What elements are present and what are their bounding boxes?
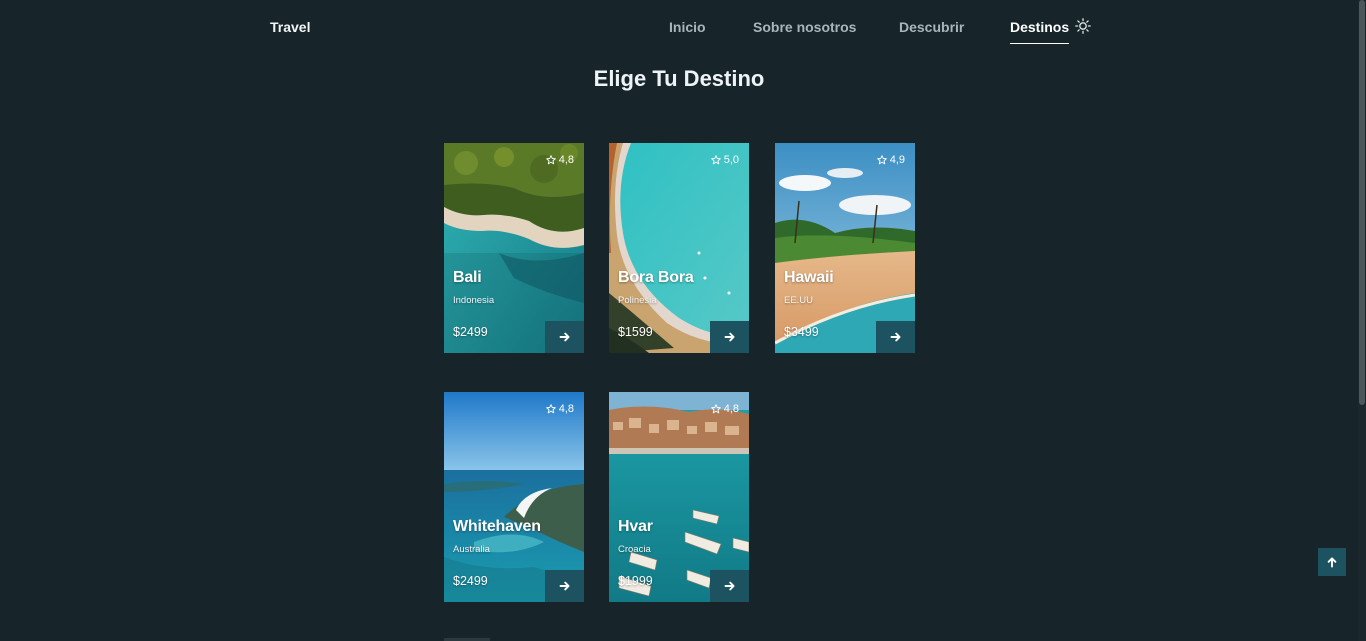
destination-price: $1999 (618, 574, 653, 588)
destination-name: Hawaii (784, 269, 834, 286)
destination-price: $2499 (453, 325, 488, 339)
view-destination-button[interactable] (545, 570, 584, 602)
view-destination-button[interactable] (710, 321, 749, 353)
section-title: Elige Tu Destino (593, 66, 765, 91)
star-outline-icon (545, 155, 556, 165)
view-destination-button[interactable] (710, 570, 749, 602)
destination-name: Hvar (618, 518, 653, 535)
scroll-top-button[interactable] (1318, 548, 1346, 576)
sun-icon[interactable] (1075, 18, 1091, 34)
rating: 4,8 (545, 154, 574, 166)
rating: 4,8 (545, 403, 574, 415)
destination-card-whitehaven[interactable]: 4,8 Whitehaven Australia $2499 (444, 392, 584, 602)
view-destination-button[interactable] (545, 321, 584, 353)
nav-link-sobre-nosotros[interactable]: Sobre nosotros (753, 19, 856, 35)
arrow-right-icon (724, 332, 735, 342)
destination-price: $2499 (453, 574, 488, 588)
destination-card-bali[interactable]: 4,8 Bali Indonesia $2499 (444, 143, 584, 353)
rating-value: 4,8 (558, 154, 574, 166)
rating-value: 4,8 (558, 403, 574, 415)
rating: 4,8 (710, 403, 739, 415)
destination-country: Australia (453, 544, 490, 555)
star-outline-icon (710, 155, 721, 165)
destination-price: $1599 (618, 325, 653, 339)
arrow-right-icon (559, 332, 570, 342)
scrollbar[interactable] (1358, 0, 1366, 641)
destination-price: $3499 (784, 325, 819, 339)
destination-card-bora-bora[interactable]: 5,0 Bora Bora Polinesia $1599 (609, 143, 749, 353)
star-outline-icon (545, 404, 556, 414)
arrow-right-icon (559, 581, 570, 591)
rating-value: 4,8 (723, 403, 739, 415)
nav-link-descubrir[interactable]: Descubrir (899, 19, 964, 35)
star-outline-icon (710, 404, 721, 414)
destination-country: Polinesia (618, 295, 657, 306)
arrow-right-icon (724, 581, 735, 591)
rating-value: 5,0 (723, 154, 739, 166)
destination-country: Croacia (618, 544, 651, 555)
view-destination-button[interactable] (876, 321, 915, 353)
destination-country: EE.UU (784, 295, 814, 306)
nav-link-inicio[interactable]: Inicio (669, 19, 706, 35)
rating-value: 4,9 (889, 154, 905, 166)
arrow-up-icon (1327, 557, 1337, 568)
destination-name: Whitehaven (453, 518, 541, 535)
nav-link-destinos[interactable]: Destinos (1010, 19, 1070, 44)
scrollbar-thumb[interactable] (1359, 0, 1365, 405)
logo[interactable]: Travel (270, 19, 310, 35)
rating: 5,0 (710, 154, 739, 166)
destination-country: Indonesia (453, 295, 495, 306)
arrow-right-icon (890, 332, 901, 342)
destination-card-hvar[interactable]: 4,8 Hvar Croacia $1999 (609, 392, 749, 602)
destination-card-hawaii[interactable]: 4,9 Hawaii EE.UU $3499 (775, 143, 915, 353)
star-outline-icon (876, 155, 887, 165)
destination-name: Bora Bora (618, 269, 694, 286)
header: Travel Inicio Sobre nosotros Descubrir D… (0, 0, 1358, 56)
rating: 4,9 (876, 154, 905, 166)
destination-name: Bali (453, 269, 482, 286)
